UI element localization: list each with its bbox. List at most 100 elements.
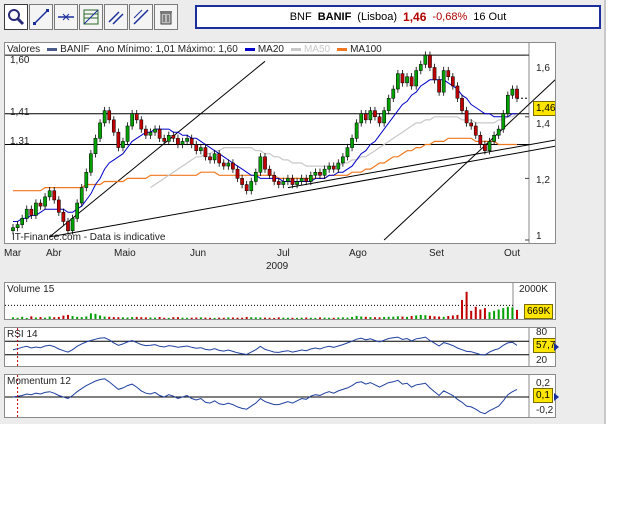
candle-body — [469, 122, 474, 127]
candle-body — [345, 147, 350, 158]
x-tick-label: Set — [429, 248, 445, 259]
x-tick-label: Ago — [349, 248, 367, 259]
volume-bar — [66, 314, 69, 319]
candle-body — [451, 76, 455, 87]
volume-bar — [172, 317, 175, 319]
legend-label: BANIF — [60, 44, 90, 55]
candle-body — [473, 125, 478, 136]
volume-bar — [415, 315, 418, 319]
legend-item-ma100: MA100 — [337, 44, 382, 55]
volume-bar — [360, 316, 363, 319]
candle-body — [38, 202, 43, 207]
rsi-panel[interactable]: RSI 14 80 57,7124 20 — [4, 327, 556, 367]
candle-body — [428, 54, 432, 68]
volume-panel[interactable]: Volume 15 2000K 669K — [4, 282, 556, 320]
quote-header: BNF BANIF (Lisboa) 1,46 -0,68% 16 Out — [195, 5, 601, 29]
momentum-panel[interactable]: Momentum 12 0,2 0,1 -0,2 — [4, 374, 556, 418]
candle-body — [111, 119, 116, 133]
candle-body — [336, 162, 341, 170]
trash-icon — [160, 11, 172, 25]
volume-bar — [62, 315, 65, 319]
candle-body — [272, 175, 277, 182]
volume-bar — [277, 317, 280, 319]
horizontal-line-tool-button[interactable] — [54, 4, 78, 30]
candle-body — [409, 76, 414, 87]
volume-bar — [241, 317, 244, 319]
volume-bar — [497, 309, 500, 319]
candle-body — [492, 135, 496, 142]
parallel-tool-button[interactable] — [129, 4, 153, 30]
volume-bar — [227, 317, 230, 319]
candle-body — [24, 208, 29, 219]
y-tick-label: 1,4 — [536, 119, 550, 130]
candle-body — [460, 98, 464, 111]
volume-bar — [470, 310, 473, 319]
volume-bar — [461, 299, 464, 319]
candle-body — [194, 144, 199, 151]
volume-bar — [369, 317, 372, 319]
quote-change: -0,68% — [432, 11, 468, 23]
volume-bar — [222, 317, 225, 319]
volume-title: Volume 15 — [7, 284, 55, 295]
zoom-tool-button[interactable] — [4, 4, 28, 30]
y-tick-label: 1,2 — [536, 175, 550, 186]
volume-last-tag: 669K — [524, 304, 554, 319]
volume-bar — [25, 317, 28, 319]
volume-bar — [451, 315, 454, 319]
candle-body — [515, 88, 519, 99]
candle-body — [79, 187, 84, 204]
volume-bar — [259, 317, 262, 319]
volume-bar — [346, 317, 349, 319]
volume-bar — [112, 317, 115, 319]
candle-body — [47, 190, 52, 198]
candle-body — [125, 125, 130, 142]
volume-bar — [419, 314, 422, 319]
channel-lines-icon — [108, 11, 124, 25]
quote-ticker: BNF — [289, 11, 312, 23]
candle-body — [185, 138, 189, 142]
channel-tool-button[interactable] — [104, 4, 128, 30]
magnifier-icon — [8, 9, 25, 26]
volume-bar — [502, 308, 505, 319]
candle-body — [189, 138, 194, 145]
candle-body — [226, 162, 231, 167]
candle-body — [29, 208, 34, 216]
volume-bar — [117, 317, 120, 319]
rsi-chart-svg[interactable] — [5, 328, 556, 367]
volume-bar — [392, 316, 395, 319]
volume-chart-svg[interactable] — [5, 283, 556, 320]
candle-body — [34, 202, 38, 216]
candle-body — [171, 135, 176, 139]
candle-body — [98, 122, 102, 139]
volume-bar — [332, 317, 335, 319]
x-year-label: 2009 — [266, 261, 289, 272]
price-panel[interactable]: Valores BANIF Ano Mínimo: 1,01 Máximo: 1… — [4, 42, 556, 244]
volume-bar — [318, 317, 321, 319]
volume-bar — [396, 316, 399, 319]
candle-body — [263, 156, 267, 170]
last-price-tag: 1,46 — [533, 101, 555, 116]
volume-bar — [154, 317, 157, 319]
volume-bar — [442, 316, 445, 319]
volume-bar — [218, 317, 221, 319]
volume-bar — [337, 317, 340, 319]
volume-bar — [94, 313, 97, 319]
fibonacci-tool-button[interactable] — [79, 4, 103, 30]
delete-tool-button[interactable] — [154, 4, 178, 30]
price-legend: Valores BANIF Ano Mínimo: 1,01 Máximo: 1… — [7, 44, 382, 55]
momentum-chart-svg[interactable] — [5, 375, 556, 418]
candle-body — [505, 94, 510, 114]
volume-bar — [433, 316, 436, 319]
volume-bar — [300, 317, 303, 319]
price-chart-svg[interactable] — [5, 43, 556, 244]
volume-bar — [16, 317, 19, 319]
volume-bar — [158, 316, 161, 319]
candle-body — [157, 128, 162, 139]
candle-body — [363, 113, 368, 121]
volume-bar — [89, 313, 92, 319]
volume-bar — [135, 316, 138, 319]
volume-bar — [121, 317, 124, 319]
candle-body — [199, 147, 203, 151]
volume-bar — [291, 317, 294, 319]
trendline-tool-button[interactable] — [29, 4, 53, 30]
